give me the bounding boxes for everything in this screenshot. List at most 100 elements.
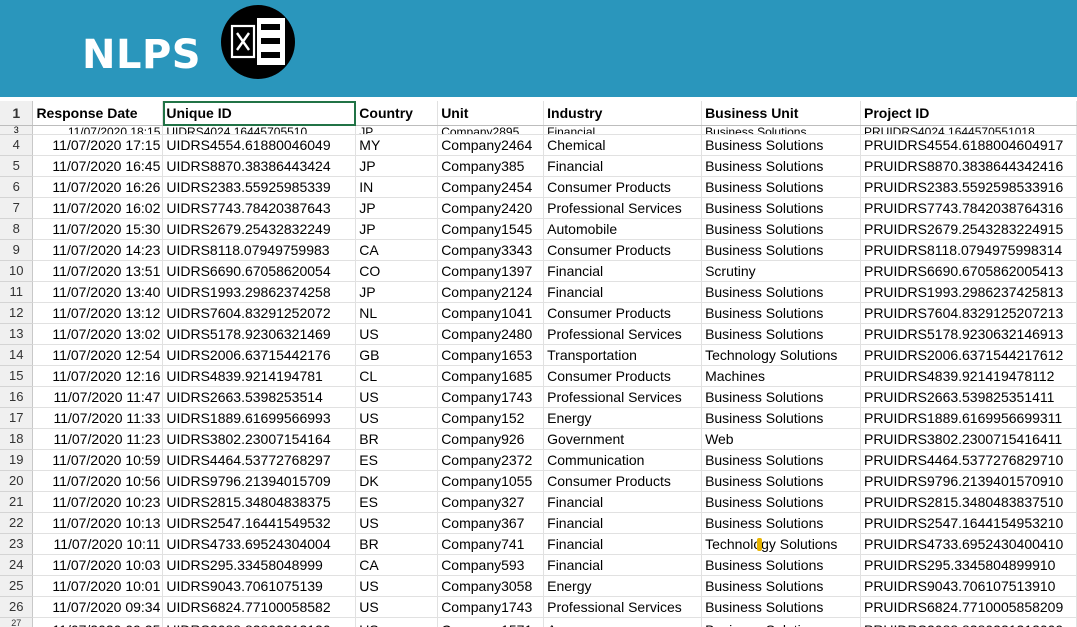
response-date-cell[interactable]: 11/07/2020 15:30 xyxy=(32,218,164,240)
response-date-cell[interactable]: 11/07/2020 11:33 xyxy=(32,407,164,429)
column-header-response-date[interactable]: Response Date xyxy=(32,101,164,126)
response-date-cell[interactable]: 11/07/2020 10:01 xyxy=(32,575,164,597)
business-unit-cell[interactable]: Machines xyxy=(701,365,861,387)
project-id-cell[interactable]: PRUIDRS4024.1644570551018 xyxy=(860,125,1077,135)
industry-cell[interactable]: Aerospace xyxy=(543,617,703,627)
industry-cell[interactable]: Financial xyxy=(543,512,703,534)
business-unit-cell[interactable]: Business Solutions xyxy=(701,302,861,324)
response-date-cell[interactable]: 11/07/2020 13:12 xyxy=(32,302,164,324)
country-cell[interactable]: US xyxy=(355,575,439,597)
country-cell[interactable]: BR xyxy=(355,533,439,555)
business-unit-cell[interactable]: Business Solutions xyxy=(701,386,861,408)
business-unit-cell[interactable]: Business Solutions xyxy=(701,323,861,345)
row-number[interactable]: 12 xyxy=(0,302,34,324)
column-header-country[interactable]: Country xyxy=(355,101,439,126)
project-id-cell[interactable]: PRUIDRS8870.3838644342416 xyxy=(860,155,1077,177)
project-id-cell[interactable]: PRUIDRS9043.706107513910 xyxy=(860,575,1077,597)
unit-cell[interactable]: Company1397 xyxy=(437,260,545,282)
industry-cell[interactable]: Transportation xyxy=(543,344,703,366)
unique-id-cell[interactable]: UIDRS1889.61699566993 xyxy=(162,407,357,429)
country-cell[interactable]: ES xyxy=(355,491,439,513)
country-cell[interactable]: IN xyxy=(355,176,439,198)
country-cell[interactable]: ES xyxy=(355,449,439,471)
business-unit-cell[interactable]: Business Solutions xyxy=(701,491,861,513)
row-number[interactable]: 26 xyxy=(0,596,34,618)
unique-id-cell[interactable]: UIDRS4839.9214194781 xyxy=(162,365,357,387)
unique-id-cell[interactable]: UIDRS2815.34804838375 xyxy=(162,491,357,513)
business-unit-cell[interactable]: Business Solutions xyxy=(701,155,861,177)
row-number[interactable]: 19 xyxy=(0,449,34,471)
country-cell[interactable]: JP xyxy=(355,218,439,240)
unit-cell[interactable]: Company2895 xyxy=(437,125,545,135)
business-unit-cell[interactable]: Web xyxy=(701,428,861,450)
project-id-cell[interactable]: PRUIDRS2383.5592598533916 xyxy=(860,176,1077,198)
row-number[interactable]: 22 xyxy=(0,512,34,534)
row-number[interactable]: 13 xyxy=(0,323,34,345)
industry-cell[interactable]: Financial xyxy=(543,155,703,177)
country-cell[interactable]: GB xyxy=(355,344,439,366)
response-date-cell[interactable]: 11/07/2020 18:15 xyxy=(32,125,164,135)
column-header-unique-id[interactable]: Unique ID xyxy=(162,101,357,126)
country-cell[interactable]: JP xyxy=(355,281,439,303)
project-id-cell[interactable]: PRUIDRS9796.2139401570910 xyxy=(860,470,1077,492)
response-date-cell[interactable]: 11/07/2020 14:23 xyxy=(32,239,164,261)
unit-cell[interactable]: Company2420 xyxy=(437,197,545,219)
row-number[interactable]: 9 xyxy=(0,239,34,261)
industry-cell[interactable]: Consumer Products xyxy=(543,470,703,492)
row-number[interactable]: 23 xyxy=(0,533,34,555)
project-id-cell[interactable]: PRUIDRS7604.8329125207213 xyxy=(860,302,1077,324)
unique-id-cell[interactable]: UIDRS9043.7061075139 xyxy=(162,575,357,597)
project-id-cell[interactable]: PRUIDRS4554.6188004604917 xyxy=(860,134,1077,156)
business-unit-cell[interactable]: Business Solutions xyxy=(701,125,861,135)
project-id-cell[interactable]: PRUIDRS5178.9230632146913 xyxy=(860,323,1077,345)
row-number[interactable]: 27 xyxy=(0,617,34,627)
unique-id-cell[interactable]: UIDRS3802.23007154164 xyxy=(162,428,357,450)
industry-cell[interactable]: Financial xyxy=(543,260,703,282)
unit-cell[interactable]: Company593 xyxy=(437,554,545,576)
unique-id-cell[interactable]: UIDRS4024.16445705510 xyxy=(162,125,357,135)
row-number[interactable]: 20 xyxy=(0,470,34,492)
country-cell[interactable]: BR xyxy=(355,428,439,450)
row-number[interactable]: 3 xyxy=(0,125,34,135)
row-number[interactable]: 21 xyxy=(0,491,34,513)
unique-id-cell[interactable]: UIDRS2547.16441549532 xyxy=(162,512,357,534)
industry-cell[interactable]: Financial xyxy=(543,125,703,135)
country-cell[interactable]: US xyxy=(355,596,439,618)
unique-id-cell[interactable]: UIDRS7743.78420387643 xyxy=(162,197,357,219)
row-number[interactable]: 24 xyxy=(0,554,34,576)
unit-cell[interactable]: Company327 xyxy=(437,491,545,513)
business-unit-cell[interactable]: Business Solutions xyxy=(701,554,861,576)
business-unit-cell[interactable]: Business Solutions xyxy=(701,449,861,471)
business-unit-cell[interactable]: Technology Solutions xyxy=(701,533,861,555)
project-id-cell[interactable]: PRUIDRS295.3345804899910 xyxy=(860,554,1077,576)
column-header-business-unit[interactable]: Business Unit xyxy=(701,101,861,126)
response-date-cell[interactable]: 11/07/2020 10:03 xyxy=(32,554,164,576)
unit-cell[interactable]: Company367 xyxy=(437,512,545,534)
unique-id-cell[interactable]: UIDRS6690.67058620054 xyxy=(162,260,357,282)
project-id-cell[interactable]: PRUIDRS2547.1644154953210 xyxy=(860,512,1077,534)
industry-cell[interactable]: Financial xyxy=(543,554,703,576)
response-date-cell[interactable]: 11/07/2020 17:15 xyxy=(32,134,164,156)
project-id-cell[interactable]: PRUIDRS2679.2543283224915 xyxy=(860,218,1077,240)
unit-cell[interactable]: Company926 xyxy=(437,428,545,450)
unit-cell[interactable]: Company1743 xyxy=(437,596,545,618)
industry-cell[interactable]: Energy xyxy=(543,407,703,429)
project-id-cell[interactable]: PRUIDRS4839.921419478112 xyxy=(860,365,1077,387)
country-cell[interactable]: CO xyxy=(355,260,439,282)
row-number[interactable]: 14 xyxy=(0,344,34,366)
unit-cell[interactable]: Company1041 xyxy=(437,302,545,324)
industry-cell[interactable]: Financial xyxy=(543,491,703,513)
row-number[interactable]: 4 xyxy=(0,134,34,156)
project-id-cell[interactable]: PRUIDRS6690.6705862005413 xyxy=(860,260,1077,282)
business-unit-cell[interactable]: Business Solutions xyxy=(701,596,861,618)
business-unit-cell[interactable]: Business Solutions xyxy=(701,470,861,492)
country-cell[interactable]: MY xyxy=(355,134,439,156)
business-unit-cell[interactable]: Business Solutions xyxy=(701,218,861,240)
response-date-cell[interactable]: 11/07/2020 12:54 xyxy=(32,344,164,366)
response-date-cell[interactable]: 11/07/2020 09:25 xyxy=(32,617,164,627)
unit-cell[interactable]: Company1545 xyxy=(437,218,545,240)
unit-cell[interactable]: Company1055 xyxy=(437,470,545,492)
unit-cell[interactable]: Company1685 xyxy=(437,365,545,387)
response-date-cell[interactable]: 11/07/2020 12:16 xyxy=(32,365,164,387)
row-number[interactable]: 10 xyxy=(0,260,34,282)
